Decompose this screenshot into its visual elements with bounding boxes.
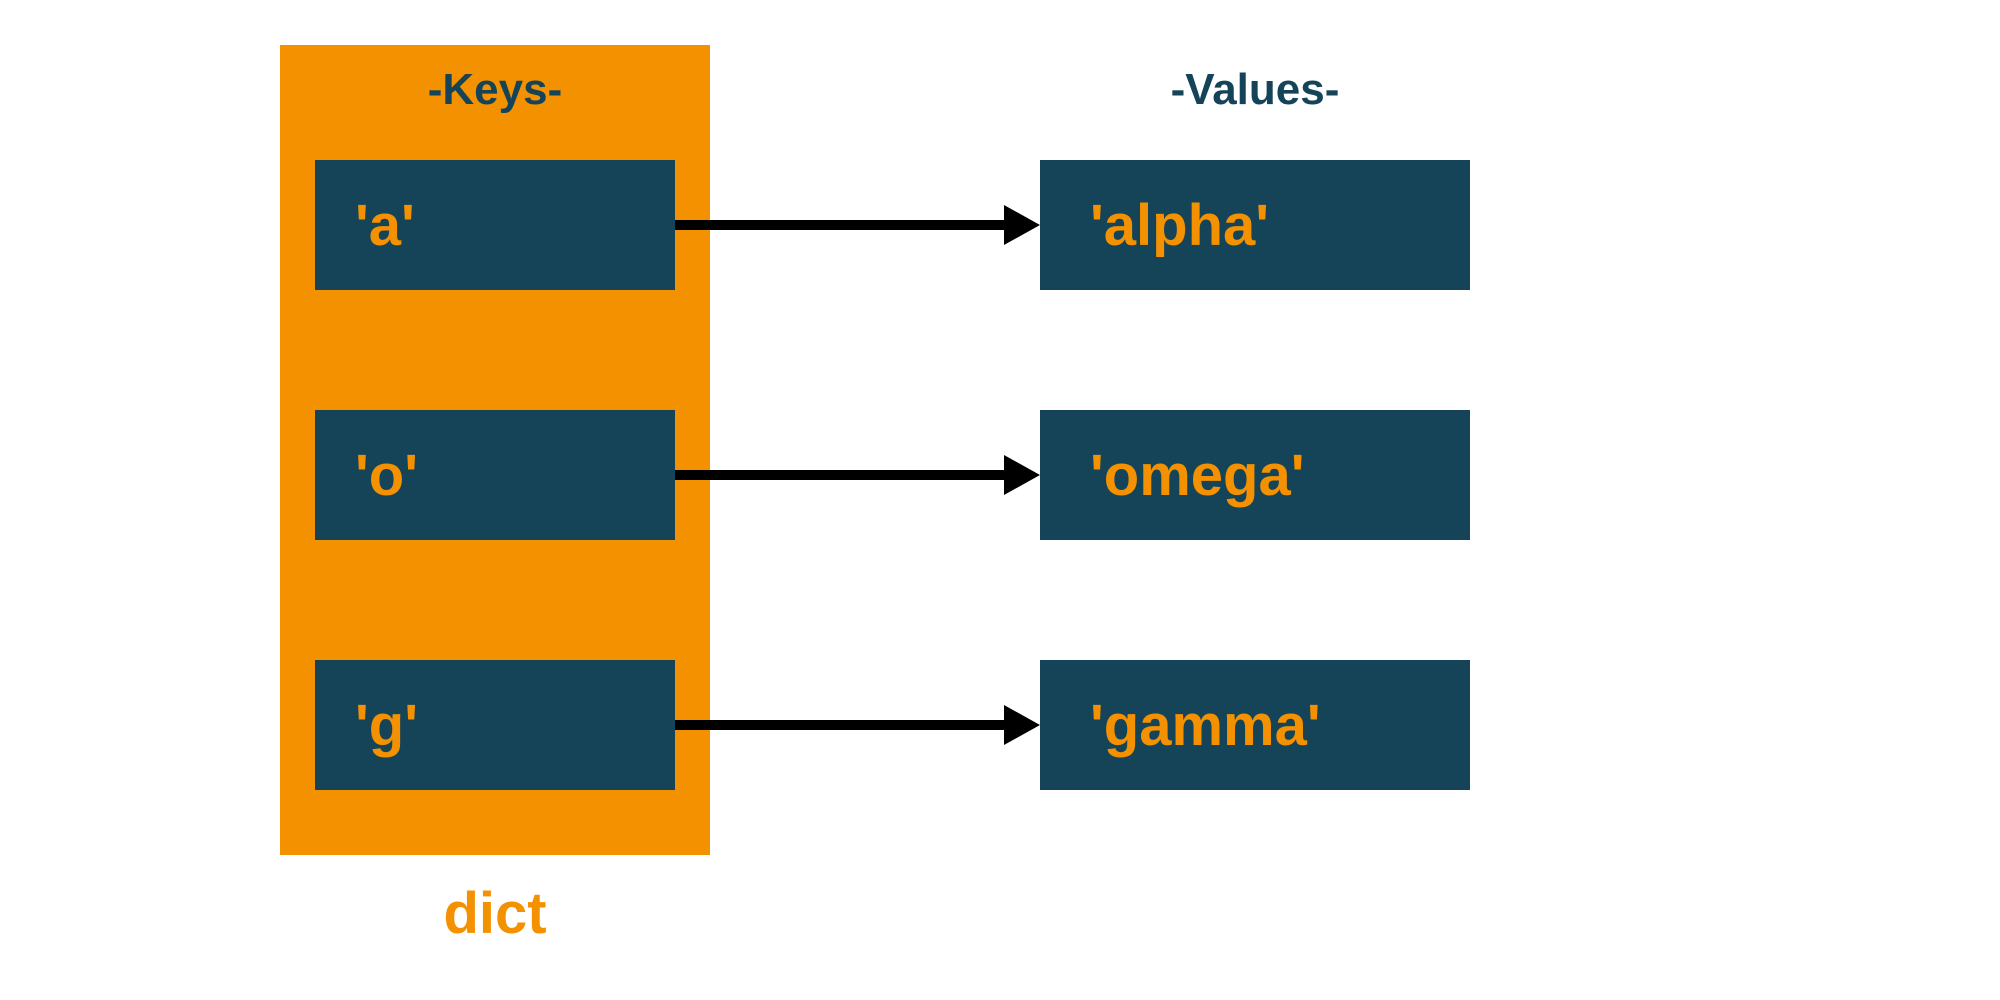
key-text: 'a' (355, 192, 415, 259)
arrow-head-icon (1004, 705, 1040, 745)
arrow-head-icon (1004, 455, 1040, 495)
value-text: 'gamma' (1090, 692, 1321, 759)
arrow-icon (675, 720, 1040, 730)
key-text: 'o' (355, 442, 418, 509)
values-heading: -Values- (1040, 65, 1470, 115)
value-text: 'omega' (1090, 442, 1305, 509)
arrow-line (675, 470, 1015, 480)
arrow-icon (675, 220, 1040, 230)
key-box: 'o' (315, 410, 675, 540)
key-box: 'g' (315, 660, 675, 790)
dict-label: dict (280, 880, 710, 947)
value-box: 'gamma' (1040, 660, 1470, 790)
arrow-head-icon (1004, 205, 1040, 245)
arrow-line (675, 220, 1015, 230)
key-text: 'g' (355, 692, 418, 759)
value-text: 'alpha' (1090, 192, 1269, 259)
arrow-line (675, 720, 1015, 730)
arrow-icon (675, 470, 1040, 480)
value-box: 'omega' (1040, 410, 1470, 540)
keys-heading: -Keys- (280, 65, 710, 115)
value-box: 'alpha' (1040, 160, 1470, 290)
key-box: 'a' (315, 160, 675, 290)
